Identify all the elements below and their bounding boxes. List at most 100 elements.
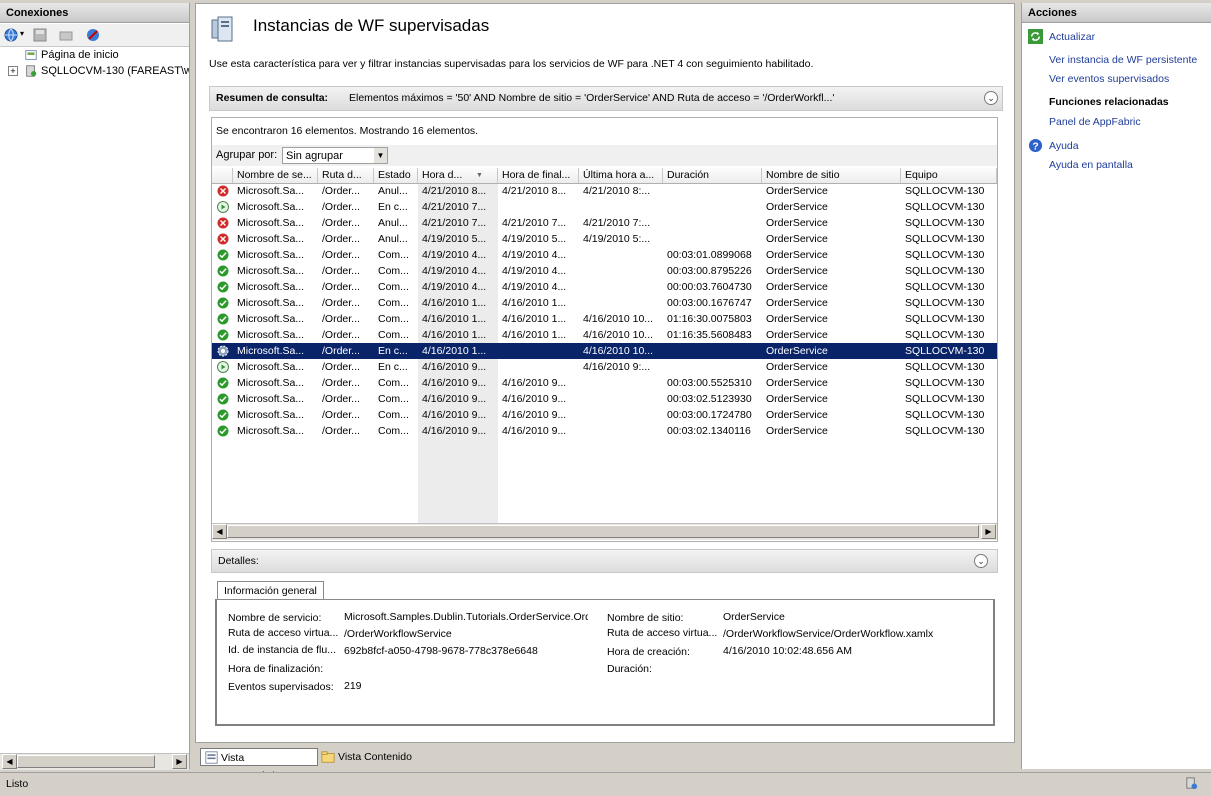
scroll-right-icon[interactable]: ▶ [172,754,187,769]
tab-content-label: Vista Contenido [338,751,412,763]
table-cell: Microsoft.Sa... [237,313,305,325]
save-icon[interactable] [32,27,48,43]
column-header[interactable]: Nombre de sitio [762,168,901,183]
column-header[interactable]: Equipo [901,168,997,183]
table-cell: SQLLOCVM-130 [905,297,985,309]
scroll-left-icon[interactable]: ◀ [2,754,17,769]
table-cell: Com... [378,377,409,389]
group-by-select[interactable]: Sin agrupar ▼ [282,147,388,164]
table-row[interactable]: Microsoft.Sa... /Order... Com... 4/16/2010 … [212,375,997,391]
table-cell: Microsoft.Sa... [237,393,305,405]
table-row[interactable]: Microsoft.Sa... /Order... Com... 4/19/2010 … [212,247,997,263]
table-row[interactable]: Microsoft.Sa... /Order... Com... 4/16/2010 … [212,391,997,407]
table-row[interactable]: Microsoft.Sa... /Order... Com... 4/19/2010 … [212,263,997,279]
table-cell: /Order... [322,313,360,325]
grid-header: Nombre de se... Ruta d... Estado Hora d.… [212,168,997,184]
table-row[interactable]: Microsoft.Sa... /Order... Com... 4/16/2010 … [212,311,997,327]
table-cell: 4/16/2010 9... [422,425,487,437]
table-cell: 01:16:30.0075803 [667,313,752,325]
view-tracked-events-link[interactable]: Ver eventos supervisados [1049,73,1169,85]
collapse-details-icon[interactable]: ⌄ [974,554,988,568]
table-cell: Microsoft.Sa... [237,249,305,261]
column-header[interactable]: Nombre de se... [233,168,318,183]
up-folder-icon[interactable] [58,27,74,43]
refresh-icon[interactable] [1028,29,1043,44]
chevron-down-icon[interactable]: ▼ [374,148,387,163]
results-count: Se encontraron 16 elementos. Mostrando 1… [216,125,479,137]
query-summary-bar[interactable]: Resumen de consulta: Elementos máximos =… [209,86,1003,111]
column-header[interactable]: Duración [663,168,762,183]
tab-content-view[interactable]: Vista Contenido [318,748,418,766]
table-cell: 4/16/2010 1... [422,313,487,325]
table-cell: 4/19/2010 5... [422,233,487,245]
svg-text:?: ? [1032,141,1038,152]
help-icon[interactable]: ? [1028,138,1043,153]
tab-general-info[interactable]: Información general [217,581,324,601]
table-cell: 4/16/2010 9... [422,409,487,421]
table-row[interactable]: Microsoft.Sa... /Order... Anul... 4/21/2010… [212,183,997,199]
grid-hscroll[interactable]: ◀ ▶ [212,523,997,540]
table-cell: Com... [378,281,409,293]
table-cell: OrderService [766,393,828,405]
table-cell: Microsoft.Sa... [237,361,305,373]
connect-globe-icon[interactable] [3,27,19,43]
page-title: Instancias de WF supervisadas [253,16,490,35]
scroll-thumb[interactable] [17,755,155,768]
details-bar[interactable]: Detalles: ⌄ [211,549,998,573]
related-features-heading: Funciones relacionadas [1049,96,1169,108]
table-cell: SQLLOCVM-130 [905,361,985,373]
refresh-link[interactable]: Actualizar [1049,31,1095,43]
created-value: 4/16/2010 10:02:48.656 AM [723,645,853,657]
table-cell: SQLLOCVM-130 [905,249,985,261]
features-view-icon [205,751,218,764]
table-cell: OrderService [766,409,828,421]
column-header[interactable]: Ruta d... [318,168,374,183]
table-row[interactable]: Microsoft.Sa... /Order... Com... 4/16/2010 … [212,423,997,439]
table-row[interactable]: Microsoft.Sa... /Order... Anul... 4/19/2010… [212,231,997,247]
table-cell: Microsoft.Sa... [237,345,305,357]
column-header[interactable]: Última hora a... [579,168,663,183]
table-cell: Microsoft.Sa... [237,201,305,213]
table-cell: SQLLOCVM-130 [905,185,985,197]
expand-icon[interactable]: + [8,66,18,76]
dropdown-arrow-icon[interactable]: ▾ [20,29,24,38]
column-header[interactable]: Estado [374,168,418,183]
table-cell: OrderService [766,377,828,389]
group-by-bar: Agrupar por: Sin agrupar ▼ [212,145,997,166]
view-persisted-instance-link[interactable]: Ver instancia de WF persistente [1049,54,1197,66]
canceled-icon [217,233,229,245]
appfabric-dashboard-link[interactable]: Panel de AppFabric [1049,116,1141,128]
tree-item-server[interactable]: + SQLLOCVM-130 (FAREAST\wssb [6,63,189,79]
expand-query-icon[interactable]: ⌄ [984,91,998,105]
completed-icon [217,393,229,405]
table-cell: Com... [378,425,409,437]
table-cell [498,343,579,359]
table-row[interactable]: Microsoft.Sa... /Order... Anul... 4/21/2010… [212,215,997,231]
table-cell: /Order... [322,297,360,309]
disconnect-icon[interactable] [85,27,101,43]
tab-features-view[interactable]: Vista Características [200,748,318,782]
scroll-left-icon[interactable]: ◀ [212,524,227,539]
table-row[interactable]: Microsoft.Sa... /Order... En c... 4/21/2010… [212,199,997,215]
table-cell [579,247,663,263]
connections-hscroll[interactable]: ◀ ▶ [0,753,189,770]
table-cell: 4/21/2010 7... [422,201,487,213]
table-cell: /Order... [322,265,360,277]
scroll-thumb[interactable] [227,525,979,538]
column-header[interactable]: Hora de final... [498,168,579,183]
table-cell: Microsoft.Sa... [237,409,305,421]
table-cell [579,391,663,407]
table-row[interactable]: Microsoft.Sa... /Order... Com... 4/19/2010 … [212,279,997,295]
table-cell: 00:03:00.5525310 [667,377,752,389]
canceled-icon [217,217,229,229]
table-row[interactable]: Microsoft.Sa... /Order... Com... 4/16/2010 … [212,407,997,423]
table-row[interactable]: Microsoft.Sa... /Order... Com... 4/16/2010 … [212,295,997,311]
column-header-sorted[interactable]: Hora d... ▼ [418,168,498,183]
table-cell: SQLLOCVM-130 [905,345,985,357]
help-link[interactable]: Ayuda [1049,140,1079,152]
online-help-link[interactable]: Ayuda en pantalla [1049,159,1133,171]
table-row[interactable]: Microsoft.Sa... /Order... Com... 4/16/2010 … [212,327,997,343]
table-row[interactable]: Microsoft.Sa... /Order... En c... 4/16/2010… [212,343,997,359]
scroll-right-icon[interactable]: ▶ [981,524,996,539]
table-row[interactable]: Microsoft.Sa... /Order... En c... 4/16/2010… [212,359,997,375]
